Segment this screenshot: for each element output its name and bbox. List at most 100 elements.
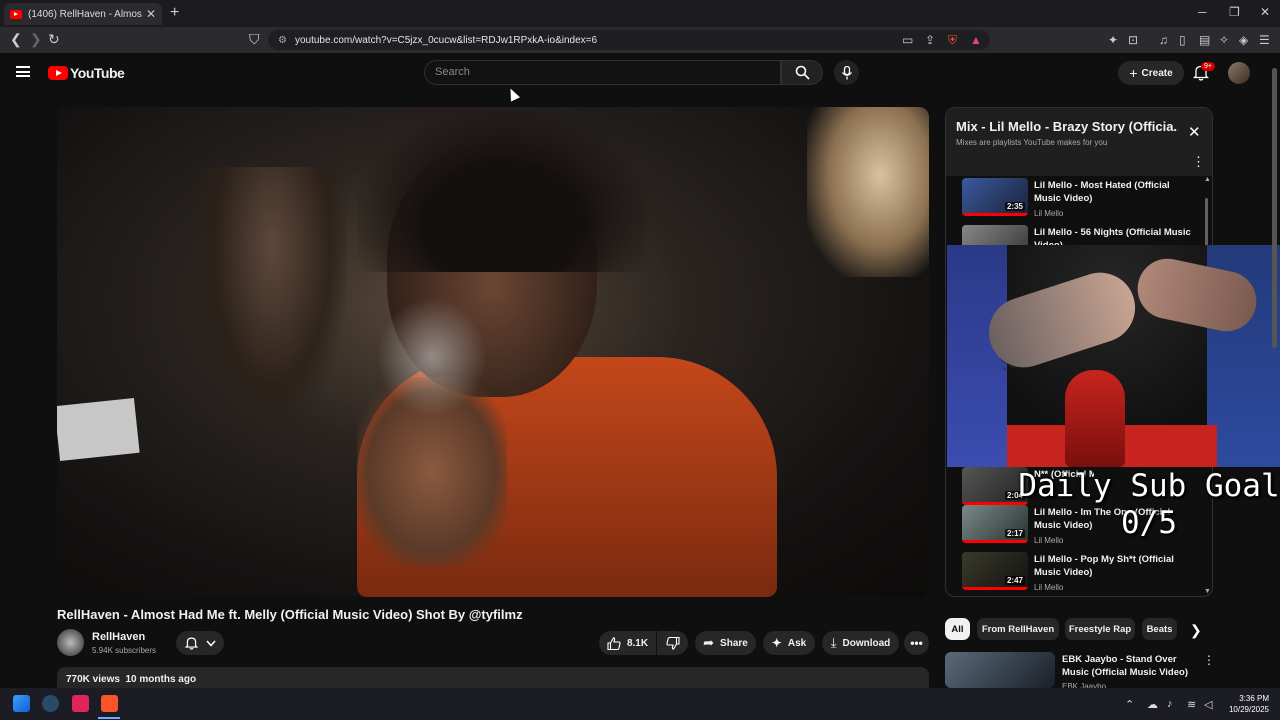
window-close-icon[interactable]: ✕: [1260, 5, 1270, 19]
chevron-down-icon: [205, 640, 216, 647]
chip-beats[interactable]: Beats: [1142, 618, 1177, 640]
playlist-title[interactable]: Mix - Lil Mello - Brazy Story (Officia..…: [956, 119, 1178, 134]
cloud-icon[interactable]: ☁: [1147, 698, 1158, 711]
mic-tray-icon[interactable]: ♪: [1167, 698, 1173, 710]
more-vertical-icon[interactable]: ⋮: [1203, 653, 1215, 667]
download-button[interactable]: ⤓ Download: [822, 631, 899, 655]
clock[interactable]: 3:36 PM 10/29/2025: [1225, 693, 1269, 715]
music-icon[interactable]: ♫: [1159, 33, 1168, 47]
search-input[interactable]: Search: [424, 60, 781, 85]
video-title: RellHaven - Almost Had Me ft. Melly (Off…: [57, 607, 523, 622]
description-box[interactable]: 770K views 10 months ago: [57, 667, 929, 689]
duration-badge: 2:47: [1004, 576, 1025, 585]
reload-icon[interactable]: ↻: [48, 31, 60, 48]
subscription-bell-button[interactable]: [176, 631, 224, 655]
notification-count-badge: 9+: [1201, 62, 1215, 71]
close-icon[interactable]: ✕: [1188, 123, 1201, 141]
volume-icon[interactable]: ◁: [1204, 698, 1212, 711]
account-avatar[interactable]: [1228, 62, 1250, 84]
site-info-icon[interactable]: ⚙: [278, 35, 287, 46]
ask-button[interactable]: ✦ Ask: [763, 631, 815, 655]
playlist-item-thumbnail: 2:47: [962, 552, 1028, 590]
new-tab-button[interactable]: +: [170, 4, 179, 22]
restore-icon[interactable]: ❐: [1229, 5, 1240, 19]
bookmark-icon[interactable]: ⛉: [249, 31, 260, 48]
steam-icon[interactable]: [42, 695, 59, 712]
download-label: Download: [842, 637, 891, 649]
channel-avatar[interactable]: [57, 629, 84, 656]
sparkle-icon: ✦: [771, 636, 782, 650]
more-horizontal-icon: •••: [910, 636, 923, 650]
scroll-up-arrow-icon[interactable]: ▲: [1204, 176, 1211, 183]
recommended-video[interactable]: EBK Jaaybo - Stand Over Music (Official …: [945, 652, 1215, 692]
plus-icon: +: [1129, 65, 1138, 81]
playlist-item[interactable]: 2:47 Lil Mello - Pop My Sh*t (Official M…: [962, 552, 1192, 594]
playlist-item[interactable]: 2:35 Lil Mello - Most Hated (Official Mu…: [962, 178, 1192, 220]
channel-name[interactable]: RellHaven: [92, 631, 145, 643]
wallet-icon[interactable]: ▤: [1199, 33, 1210, 47]
menu-icon[interactable]: ☰: [1259, 33, 1270, 47]
sidebar-icon[interactable]: ▯: [1179, 33, 1186, 47]
like-button[interactable]: 8.1K: [599, 631, 656, 655]
playlist-subtitle: Mixes are playlists YouTube makes for yo…: [956, 138, 1108, 147]
webcam-microphone: [1065, 370, 1125, 467]
more-actions-button[interactable]: •••: [904, 631, 929, 655]
logo-text: YouTube: [70, 65, 125, 81]
playlist-item-title: Lil Mello - Pop My Sh*t (Official Music …: [1034, 554, 1174, 578]
subscriber-count: 5.94K subscribers: [92, 646, 157, 655]
brave-shield-icon[interactable]: ⛨: [948, 33, 957, 48]
voice-search-button[interactable]: [834, 60, 859, 85]
address-bar-row: ❮ ❯ ↻ ⛉ ⚙ youtube.com/watch?v=C5jzx_0cuc…: [0, 27, 1280, 53]
dislike-button[interactable]: [657, 631, 688, 655]
player-frame-background-figure: [197, 167, 347, 427]
download-icon: ⤓: [830, 635, 837, 650]
thumbs-down-icon: [665, 636, 680, 650]
browser-tab-bar: (1406) RellHaven - Almost Had Me ✕ + ─ ❐…: [0, 0, 1280, 27]
share-page-icon[interactable]: ⇪: [925, 33, 935, 47]
url-text: youtube.com/watch?v=C5jzx_0cucw&list=RDJ…: [294, 34, 598, 46]
stream-webcam-overlay: [947, 245, 1280, 467]
start-icon[interactable]: [13, 695, 30, 712]
search-icon: [795, 65, 810, 80]
windows-taskbar: ⌃ ☁ ♪ ≋ ◁ 3:36 PM 10/29/2025: [0, 688, 1280, 720]
chip-freestyle-rap[interactable]: Freestyle Rap: [1065, 618, 1135, 640]
playlist-scrollbar[interactable]: [1205, 198, 1208, 248]
vpn-icon[interactable]: ◈: [1239, 33, 1248, 47]
brave-icon[interactable]: [101, 695, 118, 712]
url-field[interactable]: ⚙ youtube.com/watch?v=C5jzx_0cucw&list=R…: [268, 30, 990, 50]
tray-chevron-icon[interactable]: ⌃: [1125, 698, 1134, 711]
active-app-indicator: [98, 717, 120, 719]
clock-time: 3:36 PM: [1239, 694, 1269, 703]
create-button[interactable]: + Create: [1118, 61, 1184, 85]
forward-icon[interactable]: ❯: [30, 31, 42, 48]
browser-tab[interactable]: (1406) RellHaven - Almost Had Me ✕: [4, 3, 162, 25]
sub-goal-label: Daily Sub Goal: [1018, 468, 1280, 504]
wifi-icon[interactable]: ≋: [1187, 698, 1196, 711]
more-vertical-icon[interactable]: ⋮: [1192, 154, 1205, 170]
cast-icon[interactable]: ▭: [902, 33, 913, 47]
hamburger-menu-icon[interactable]: [16, 66, 30, 77]
search-button[interactable]: [781, 60, 823, 85]
page-scrollbar[interactable]: [1272, 68, 1277, 348]
thumbs-up-icon: [607, 636, 621, 650]
brave-rewards-icon[interactable]: ▲: [970, 33, 982, 47]
share-button[interactable]: ➦ Share: [695, 631, 756, 655]
upload-age: 10 months ago: [125, 674, 197, 685]
screenshot-icon[interactable]: ⊡: [1128, 33, 1138, 47]
minimize-icon[interactable]: ─: [1198, 5, 1207, 19]
chevron-right-icon[interactable]: ❯: [1190, 622, 1202, 639]
back-icon[interactable]: ❮: [10, 31, 22, 48]
extensions-icon[interactable]: ✦: [1108, 33, 1118, 47]
chip-from-rellhaven[interactable]: From RellHaven: [977, 618, 1059, 640]
app-icon[interactable]: [72, 695, 89, 712]
player-frame-hair: [357, 112, 647, 272]
youtube-logo[interactable]: YouTube: [48, 65, 125, 81]
leo-ai-icon[interactable]: ✧: [1219, 33, 1229, 47]
duration-badge: 2:35: [1004, 202, 1025, 211]
like-count: 8.1K: [626, 637, 649, 649]
tab-title: (1406) RellHaven - Almost Had Me: [28, 8, 142, 20]
tab-close-button[interactable]: ✕: [146, 7, 156, 21]
video-player[interactable]: [57, 107, 929, 597]
scroll-down-arrow-icon[interactable]: ▼: [1204, 588, 1211, 595]
chip-all[interactable]: All: [945, 618, 970, 640]
